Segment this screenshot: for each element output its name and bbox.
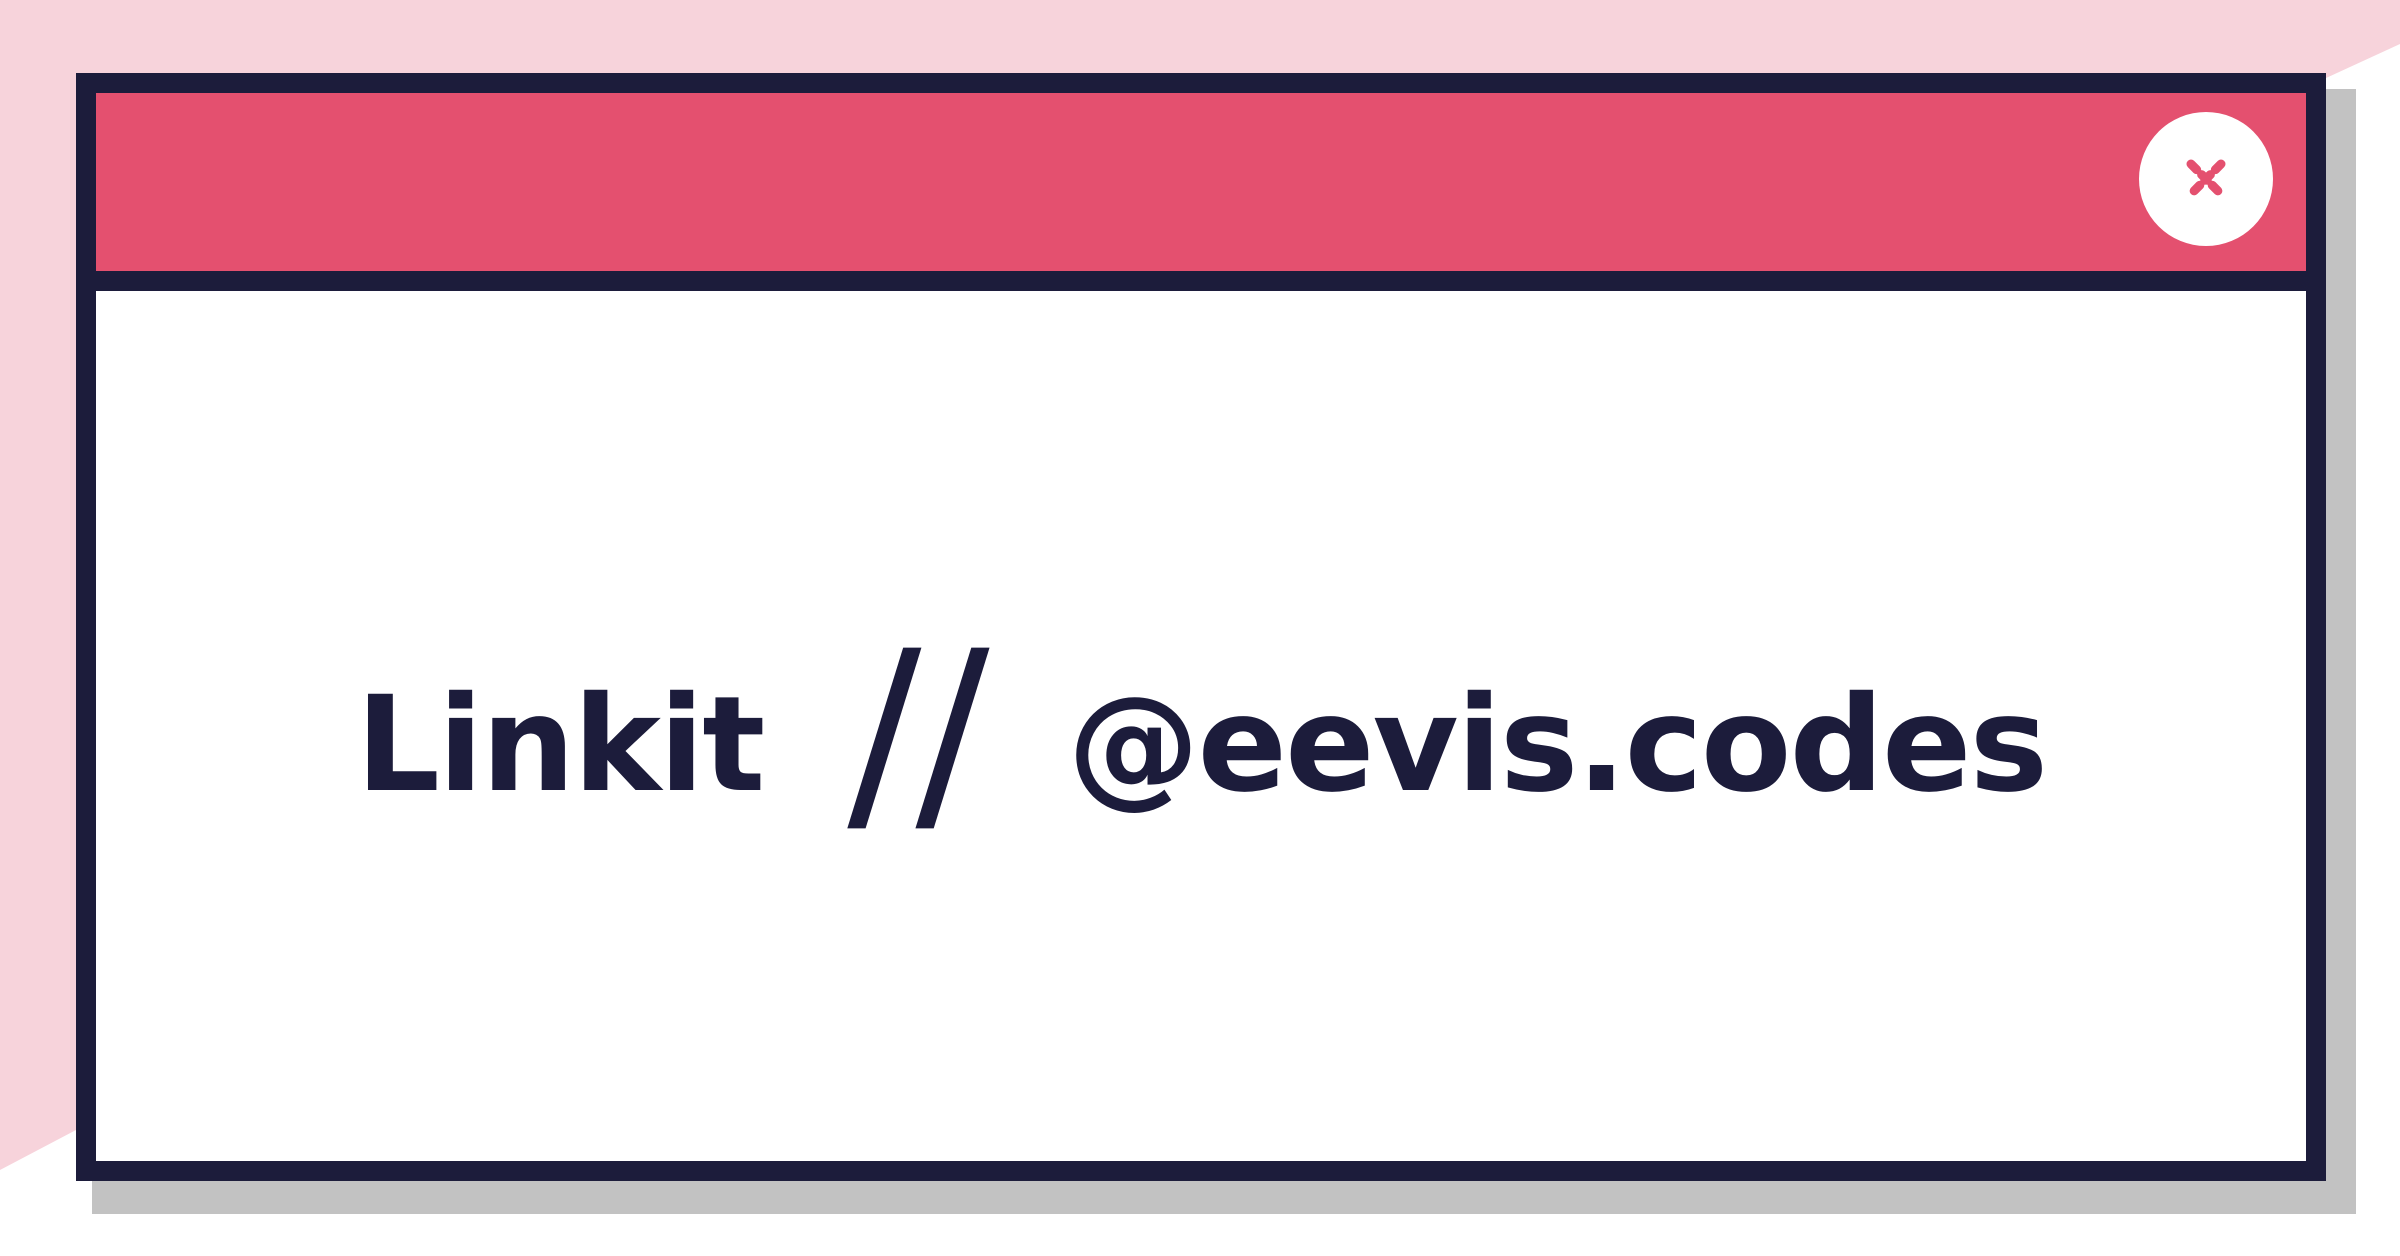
page: Linkit // @eevis.codes [0, 0, 2400, 1256]
author-handle: @eevis.codes [1067, 668, 2049, 822]
window-content: Linkit // @eevis.codes [96, 291, 2306, 1161]
page-title: Linkit // @eevis.codes [96, 604, 2306, 860]
title-bar [96, 93, 2306, 291]
site-name: Linkit [355, 668, 765, 822]
close-button[interactable] [2139, 112, 2273, 246]
title-separator: // [847, 604, 989, 860]
close-icon [2186, 159, 2226, 199]
app-window: Linkit // @eevis.codes [76, 73, 2326, 1181]
